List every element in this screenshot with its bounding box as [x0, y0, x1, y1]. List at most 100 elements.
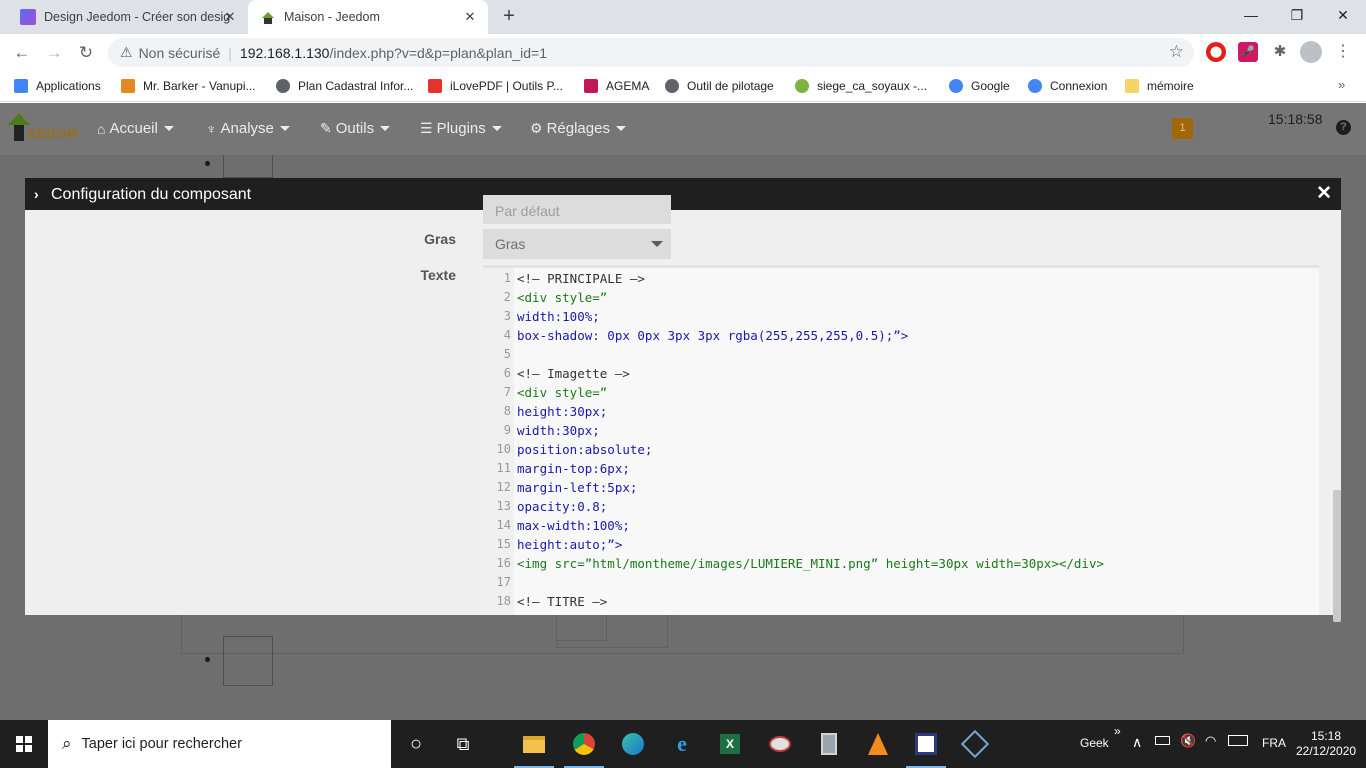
new-tab-button[interactable]: + [498, 6, 520, 28]
internet-explorer-icon[interactable]: e [666, 728, 698, 760]
taskbar-clock[interactable]: 15:18 22/12/2020 [1296, 729, 1356, 759]
volume-muted-icon[interactable]: 🔇 [1180, 733, 1196, 749]
taskbar-time: 15:18 [1310, 729, 1342, 743]
code-line[interactable]: 3 width:100%; [483, 307, 1319, 326]
code-line[interactable]: 11 margin-top:6px; [483, 459, 1319, 478]
close-tab-icon[interactable]: ✕ [222, 9, 238, 25]
microphone-extension-icon[interactable]: 🎤 [1238, 42, 1258, 62]
menu-accueil[interactable]: ⌂ Accueil [97, 120, 174, 137]
code-line[interactable]: 10 position:absolute; [483, 440, 1319, 459]
code-line[interactable]: 18 <!– TITRE –> [483, 592, 1319, 611]
adblock-extension-icon[interactable]: ⬤ [1206, 42, 1226, 62]
code-line[interactable]: 15 height:auto;”> [483, 535, 1319, 554]
gear-icon: ⚙ [530, 120, 543, 136]
globe-icon [276, 79, 290, 93]
modal-scrollbar[interactable] [1333, 490, 1341, 622]
code-line[interactable]: 13 opacity:0.8; [483, 497, 1319, 516]
bookmark-plan-cadastral[interactable]: Plan Cadastral Infor... [276, 77, 413, 95]
caret-down-icon [491, 126, 502, 131]
keyboard-icon[interactable] [1228, 735, 1248, 749]
menu-plugins[interactable]: ☰ Plugins [420, 120, 502, 137]
window-close-button[interactable]: ✕ [1320, 0, 1366, 30]
configuration-modal: › Configuration du composant ✕ Par défau… [25, 178, 1341, 615]
tray-label[interactable]: Geek [1080, 736, 1109, 750]
code-line[interactable]: 2 <div style=” [483, 288, 1319, 307]
virtualbox-icon[interactable] [959, 728, 991, 760]
file-explorer-icon[interactable] [514, 728, 554, 768]
menu-outils[interactable]: ✎ Outils [320, 120, 391, 137]
notification-badge[interactable]: 1 [1172, 118, 1193, 139]
profile-avatar[interactable] [1300, 41, 1322, 63]
insecure-label: Non sécurisé [138, 44, 221, 61]
bookmark-connexion[interactable]: Connexion [1028, 77, 1107, 95]
bookmark-outil-pilotage[interactable]: Outil de pilotage [665, 77, 774, 95]
caret-down-icon [380, 126, 391, 131]
line-number: 15 [496, 537, 511, 551]
calculator-icon[interactable] [813, 728, 845, 760]
reload-icon[interactable]: ↻ [73, 40, 99, 66]
close-tab-icon[interactable]: ✕ [462, 9, 478, 25]
plan-image-placeholder [223, 636, 273, 686]
window-maximize-button[interactable]: ❐ [1274, 0, 1320, 30]
browser-tab-maison-jeedom[interactable]: Maison - Jeedom ✕ [248, 0, 488, 34]
code-line[interactable]: 5 [483, 345, 1319, 364]
browser-tab-design-jeedom[interactable]: Design Jeedom - Créer son desig ✕ [8, 0, 248, 34]
paint-icon[interactable] [764, 728, 796, 760]
code-editor[interactable]: 1 <!– PRINCIPALE –> 2 <div style=” 3 width:10… [483, 265, 1319, 615]
bookmark-ilovepdf[interactable]: iLovePDF | Outils P... [428, 77, 563, 95]
dropdown-caret-icon [651, 241, 663, 247]
windows-start-button[interactable] [0, 720, 48, 768]
code-line[interactable]: 17 [483, 573, 1319, 592]
address-bar[interactable]: ⚠ Non sécurisé | 192.168.1.130 /index.ph… [108, 38, 1194, 67]
house-icon [8, 113, 30, 125]
code-line[interactable]: 12 margin-left:5px; [483, 478, 1319, 497]
default-select-partial[interactable]: Par défaut [483, 195, 671, 224]
forward-arrow-icon[interactable]: → [41, 40, 67, 66]
bookmark-star-icon[interactable]: ☆ [1169, 42, 1184, 62]
bookmark-siege-ca-soyaux[interactable]: siege_ca_soyaux -... [795, 77, 927, 95]
tray-up-arrow-icon[interactable]: ∧ [1132, 734, 1142, 751]
code-line[interactable]: 4 box-shadow: 0px 0px 3px 3px rgba(255,25… [483, 326, 1319, 345]
browser-menu-icon[interactable]: ⋮ [1333, 42, 1353, 62]
taskbar-search[interactable]: ⌕ Taper ici pour rechercher [48, 720, 391, 768]
code-text: width:100%; [517, 309, 600, 324]
vlc-icon[interactable] [862, 728, 894, 760]
tray-overflow-icon[interactable]: » [1114, 724, 1121, 738]
code-line[interactable]: 16 <img src=”html/montheme/images/LUMIERE… [483, 554, 1319, 573]
code-line[interactable]: 6 <!– Imagette –> [483, 364, 1319, 383]
chrome-icon[interactable] [564, 728, 604, 768]
jeedom-logo[interactable]: EEDOM [6, 111, 78, 145]
chevron-right-icon: › [34, 186, 39, 202]
code-text: position:absolute; [517, 442, 653, 457]
bookmark-agema[interactable]: AGEMA [584, 77, 649, 95]
menu-analyse[interactable]: ♆ Analyse [206, 120, 290, 137]
excel-icon[interactable]: X [714, 728, 746, 760]
window-minimize-button[interactable]: — [1228, 0, 1274, 30]
bookmarks-overflow-button[interactable]: » [1338, 77, 1345, 92]
code-line[interactable]: 1 <!– PRINCIPALE –> [483, 269, 1319, 288]
code-line[interactable]: 9 width:30px; [483, 421, 1319, 440]
battery-icon[interactable] [1155, 734, 1170, 748]
bookmark-google[interactable]: Google [949, 77, 1010, 95]
extensions-puzzle-icon[interactable]: ✱ [1270, 42, 1290, 62]
back-arrow-icon[interactable]: ← [9, 40, 35, 66]
wifi-icon[interactable]: ◠ [1205, 733, 1216, 749]
bookmark-mr-barker[interactable]: Mr. Barker - Vanupi... [121, 77, 255, 95]
logo-mark [14, 125, 24, 141]
edge-icon[interactable] [617, 728, 649, 760]
code-line[interactable]: 8 height:30px; [483, 402, 1319, 421]
bookmark-favicon-icon [795, 79, 809, 93]
bookmark-memoire[interactable]: mémoire [1125, 77, 1194, 95]
app-icon[interactable] [906, 728, 946, 768]
code-line[interactable]: 14 max-width:100%; [483, 516, 1319, 535]
close-icon[interactable]: ✕ [1316, 184, 1332, 204]
bold-select[interactable]: Gras [483, 229, 671, 259]
menu-reglages[interactable]: ⚙ Réglages [530, 120, 626, 137]
cortana-icon[interactable]: ○ [400, 728, 432, 760]
line-number: 14 [496, 518, 511, 532]
help-icon[interactable]: ? [1336, 120, 1351, 135]
bookmark-applications[interactable]: Applications [14, 77, 101, 95]
code-line[interactable]: 7 <div style=” [483, 383, 1319, 402]
language-indicator[interactable]: FRA [1262, 736, 1286, 750]
task-view-icon[interactable]: ⧉ [447, 728, 479, 760]
